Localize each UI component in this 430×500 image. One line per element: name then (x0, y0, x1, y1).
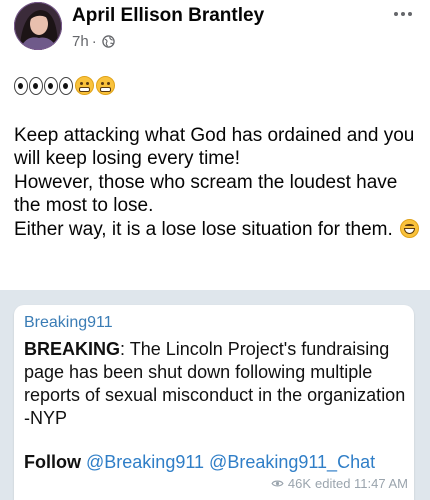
eye-icon (29, 76, 43, 95)
eye-icon (14, 76, 28, 95)
more-horizontal-icon[interactable] (388, 4, 418, 24)
message-meta: 46K edited 11:47 AM (271, 476, 408, 491)
face-with-hand-over-mouth-icon (96, 76, 115, 95)
handle-link: @Breaking911 (86, 452, 205, 472)
grinning-face-icon (400, 218, 420, 238)
author-name[interactable]: April Ellison Brantley (72, 5, 264, 27)
eye-icon (44, 76, 58, 95)
eye-icon (59, 76, 73, 95)
edited-time: edited 11:47 AM (315, 476, 408, 491)
views-eye-icon (271, 480, 284, 487)
post-meta: 7h · (72, 33, 115, 50)
handle-link: @Breaking911_Chat (209, 452, 376, 472)
globe-icon[interactable] (101, 35, 115, 48)
avatar[interactable] (14, 2, 62, 50)
view-count: 46K (287, 476, 311, 491)
face-with-hand-over-mouth-icon (75, 76, 94, 95)
meta-separator: · (91, 33, 97, 50)
emoji-row (14, 76, 115, 95)
follow-line: Follow @Breaking911 @Breaking911_Chat (24, 452, 375, 473)
post-line: However, those who scream the loudest ha… (14, 171, 398, 217)
post-body: Keep attacking what God has ordained and… (14, 124, 424, 241)
post-line: Keep attacking what God has ordained and… (14, 125, 415, 170)
facebook-post: April Ellison Brantley 7h · Keep attacki… (0, 0, 430, 500)
post-timestamp[interactable]: 7h (72, 33, 89, 50)
avatar-photo (14, 2, 62, 50)
message-text: BREAKING: The Lincoln Project's fundrais… (24, 338, 409, 430)
headline-bold: BREAKING (24, 339, 121, 359)
channel-name: Breaking911 (24, 314, 113, 331)
post-line: Either way, it is a lose lose situation … (14, 218, 424, 241)
follow-label: Follow (24, 452, 81, 472)
